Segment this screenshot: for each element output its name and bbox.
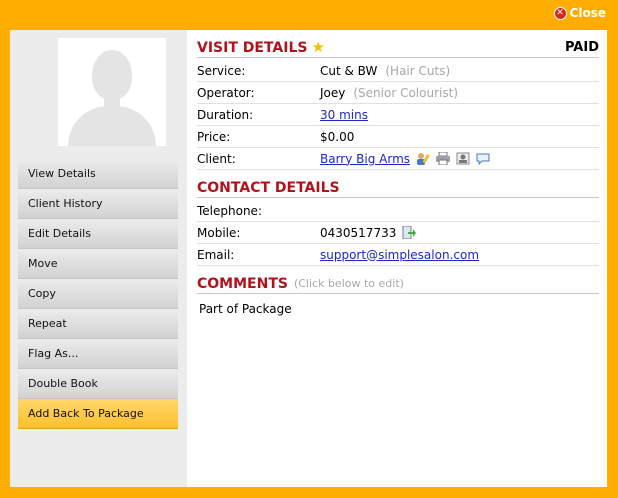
service-category: (Hair Cuts) [385, 63, 451, 78]
service-label: Service: [197, 63, 246, 78]
contact-details-header: CONTACT DETAILS [197, 178, 599, 198]
client-card-icon[interactable] [456, 152, 470, 165]
client-link[interactable]: Barry Big Arms [320, 152, 410, 166]
operator-value: Joey [320, 85, 346, 100]
mobile-label: Mobile: [197, 225, 241, 240]
operator-label: Operator: [197, 85, 255, 100]
menu-item-view-details[interactable]: View Details [18, 159, 178, 189]
sidebar: View Details Client History Edit Details… [10, 30, 187, 487]
appointment-dialog: View Details Client History Edit Details… [10, 30, 607, 487]
price-row: Price: $0.00 [197, 126, 599, 148]
email-row: Email: support@simplesalon.com [197, 244, 599, 266]
action-menu: View Details Client History Edit Details… [18, 159, 178, 429]
message-icon[interactable] [476, 152, 490, 165]
comments-header: COMMENTS (Click below to edit) [197, 274, 599, 294]
telephone-label: Telephone: [197, 203, 262, 218]
comments-text[interactable]: Part of Package [197, 296, 599, 316]
menu-item-flag-as[interactable]: Flag As... [18, 339, 178, 369]
price-label: Price: [197, 129, 231, 144]
visit-details-title: VISIT DETAILS [197, 39, 308, 56]
menu-item-copy[interactable]: Copy [18, 279, 178, 309]
close-icon: ✕ [553, 6, 567, 20]
print-icon[interactable] [436, 152, 451, 165]
menu-item-repeat[interactable]: Repeat [18, 309, 178, 339]
client-avatar [58, 38, 166, 146]
edit-client-icon[interactable] [416, 152, 430, 165]
mobile-value: 0430517733 [320, 225, 397, 240]
duration-label: Duration: [197, 107, 254, 122]
email-link[interactable]: support@simplesalon.com [320, 248, 479, 262]
contact-details-title: CONTACT DETAILS [197, 179, 340, 196]
mobile-row: Mobile: 0430517733 [197, 222, 599, 244]
close-label: Close [569, 6, 606, 20]
send-sms-icon[interactable] [402, 226, 417, 239]
duration-link[interactable]: 30 mins [320, 108, 368, 122]
menu-item-move[interactable]: Move [18, 249, 178, 279]
operator-role: (Senior Colourist) [353, 85, 458, 100]
duration-row: Duration: 30 mins [197, 104, 599, 126]
price-value: $0.00 [320, 129, 355, 144]
status-badge: PAID [564, 40, 599, 55]
service-value: Cut & BW [320, 63, 378, 78]
service-row: Service: Cut & BW (Hair Cuts) [197, 60, 599, 82]
menu-item-edit-details[interactable]: Edit Details [18, 219, 178, 249]
star-icon[interactable]: ★ [311, 40, 324, 55]
menu-item-add-back-to-package[interactable]: Add Back To Package [18, 399, 178, 429]
email-label: Email: [197, 247, 235, 262]
telephone-row: Telephone: [197, 200, 599, 222]
close-button[interactable]: ✕ Close [553, 6, 606, 20]
operator-row: Operator: Joey (Senior Colourist) [197, 82, 599, 104]
menu-item-client-history[interactable]: Client History [18, 189, 178, 219]
client-row: Client: Barry Big Arms [197, 148, 599, 170]
client-label: Client: [197, 151, 236, 166]
comments-title: COMMENTS [197, 275, 288, 292]
visit-details-header: VISIT DETAILS ★ PAID [197, 38, 599, 58]
comments-hint: (Click below to edit) [293, 277, 404, 290]
details-panel: VISIT DETAILS ★ PAID Service: Cut & BW (… [187, 30, 607, 487]
menu-item-double-book[interactable]: Double Book [18, 369, 178, 399]
